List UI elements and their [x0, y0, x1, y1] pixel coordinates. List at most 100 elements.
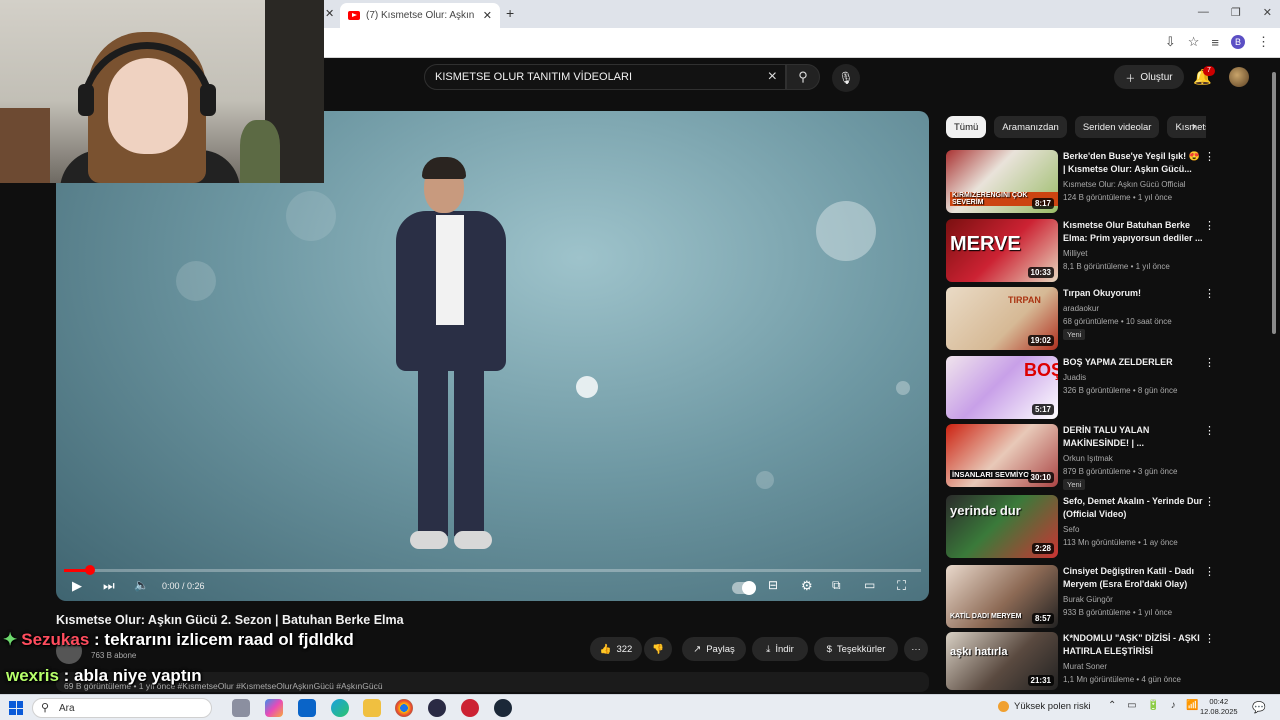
recommendation-title[interactable]: Kısmetse Olur Batuhan Berke Elma: Prim y… — [1063, 219, 1203, 245]
voice-search-button[interactable]: 🎙 — [832, 64, 860, 92]
notification-center-icon[interactable]: 💬 — [1252, 701, 1266, 714]
more-options-icon[interactable]: ⋮ — [1204, 424, 1215, 437]
more-options-icon[interactable]: ⋮ — [1204, 495, 1215, 508]
chip-series-videos[interactable]: Seriden videolar — [1074, 116, 1160, 138]
recommendation-channel[interactable]: Orkun Işıtmak — [1063, 454, 1113, 463]
app-icon[interactable] — [428, 699, 446, 717]
steam-icon[interactable] — [494, 699, 512, 717]
recommendation-title[interactable]: BOŞ YAPMA ZELDERLER — [1063, 356, 1203, 369]
recommendation-channel[interactable]: Murat Soner — [1063, 662, 1107, 671]
video-thumbnail[interactable]: BOŞ 5:17 — [946, 356, 1058, 419]
share-button[interactable]: ↗ Paylaş — [682, 637, 746, 661]
media-controls-icon[interactable]: ≡ — [1211, 35, 1219, 50]
miniplayer-icon[interactable]: ⧉ — [832, 578, 841, 593]
page-scrollbar[interactable] — [1270, 62, 1278, 688]
subtitles-icon[interactable]: ⊟ — [768, 578, 778, 592]
copilot-icon[interactable] — [265, 699, 283, 717]
chip-kismetse-olur[interactable]: Kısmetse Olur — [1167, 116, 1206, 138]
video-thumbnail[interactable]: TIRPAN 19:02 — [946, 287, 1058, 350]
volume-icon[interactable]: 🔈 — [134, 578, 149, 592]
bookmark-star-icon[interactable]: ☆ — [1188, 34, 1200, 50]
clear-search-icon[interactable]: × — [768, 68, 777, 86]
recommendation-channel[interactable]: aradaokur — [1063, 304, 1099, 313]
video-thumbnail[interactable]: İNSANLARI SEVMİYO 30:10 — [946, 424, 1058, 487]
like-button[interactable]: 👍 322 — [590, 637, 642, 661]
install-app-icon[interactable]: ⇩ — [1165, 34, 1176, 50]
recommendation-item[interactable]: KIRMIZERENGINI ÇOK SEVERİM 8:17 Berke'de… — [946, 150, 1226, 214]
recommendation-item[interactable]: BOŞ 5:17 BOŞ YAPMA ZELDERLER Juadis 326 … — [946, 356, 1226, 420]
profile-avatar-icon[interactable]: B — [1231, 35, 1245, 49]
taskbar-clock[interactable]: 00:42 12.08.2025 — [1200, 697, 1238, 717]
recommendation-title[interactable]: K*NDOMLU "AŞK" DİZİSİ - AŞKI HATIRLA ELE… — [1063, 632, 1203, 658]
recommendation-channel[interactable]: Sefo — [1063, 525, 1079, 534]
recommendation-item[interactable]: TIRPAN 19:02 Tırpan Okuyorum! aradaokur … — [946, 287, 1226, 351]
search-input[interactable]: KISMETSE OLUR TANITIM VİDEOLARI × — [424, 64, 786, 90]
minimize-icon[interactable]: — — [1198, 6, 1209, 19]
chrome-icon[interactable] — [395, 699, 413, 717]
weather-widget[interactable]: Yüksek polen riski — [998, 701, 1091, 712]
play-icon[interactable]: ▶ — [72, 578, 82, 594]
more-options-icon[interactable]: ⋮ — [1204, 219, 1215, 232]
video-thumbnail[interactable]: MERVE 10:33 — [946, 219, 1058, 282]
settings-gear-icon[interactable]: ⚙ — [801, 578, 813, 594]
windows-start-icon[interactable] — [9, 701, 23, 715]
recommendation-title[interactable]: Tırpan Okuyorum! — [1063, 287, 1203, 300]
user-avatar[interactable] — [1229, 67, 1249, 87]
recommendation-title[interactable]: DERİN TALU YALAN MAKİNESİNDE! | ... — [1063, 424, 1203, 450]
recommendation-channel[interactable]: Milliyet — [1063, 249, 1087, 258]
video-thumbnail[interactable]: KIRMIZERENGINI ÇOK SEVERİM 8:17 — [946, 150, 1058, 213]
chevron-right-icon[interactable]: › — [1192, 119, 1196, 133]
recommendation-item[interactable]: yerinde dur 2:28 Sefo, Demet Akalın - Ye… — [946, 495, 1226, 559]
download-button[interactable]: ⤓ İndir — [752, 637, 808, 661]
create-button[interactable]: ＋ Oluştur — [1114, 65, 1184, 89]
video-thumbnail[interactable]: aşkı hatırla 21:31 — [946, 632, 1058, 690]
video-player[interactable]: ▶ ⏭ 🔈 0:00 / 0:26 ⊟ ⚙ ⧉ ▭ ⛶ — [56, 111, 929, 601]
file-explorer-icon[interactable] — [363, 699, 381, 717]
more-options-icon[interactable]: ⋮ — [1204, 565, 1215, 578]
recommendation-channel[interactable]: Kısmetse Olur: Aşkın Gücü Official — [1063, 180, 1186, 189]
more-actions-button[interactable]: ··· — [904, 637, 928, 661]
app-icon[interactable] — [461, 699, 479, 717]
browser-tab[interactable]: (7) Kısmetse Olur: Aşkın Gücü 2... ✕ — [340, 3, 500, 28]
thanks-button[interactable]: $ Teşekkürler — [814, 637, 898, 661]
video-thumbnail[interactable]: KATİL DADI MERYEM 8:57 — [946, 565, 1058, 628]
more-options-icon[interactable]: ⋮ — [1204, 356, 1215, 369]
outlook-icon[interactable] — [298, 699, 316, 717]
chip-all[interactable]: Tümü — [946, 116, 987, 138]
recommendation-item[interactable]: MERVE 10:33 Kısmetse Olur Batuhan Berke … — [946, 219, 1226, 283]
autoplay-toggle[interactable] — [732, 581, 756, 595]
more-options-icon[interactable]: ⋮ — [1204, 632, 1215, 645]
task-view-icon[interactable] — [232, 699, 250, 717]
recommendation-item[interactable]: KATİL DADI MERYEM 8:57 Cinsiyet Değiştir… — [946, 565, 1226, 629]
recommendation-title[interactable]: Berke'den Buse'ye Yeşil Işık! 😍 | Kısmet… — [1063, 150, 1203, 176]
scrollbar-thumb[interactable] — [1272, 72, 1276, 334]
progress-bar[interactable] — [64, 565, 921, 575]
recommendation-channel[interactable]: Burak Güngör — [1063, 595, 1113, 604]
close-icon[interactable]: ✕ — [325, 7, 334, 20]
new-badge: Yeni — [1063, 479, 1086, 490]
restore-icon[interactable]: ❐ — [1231, 6, 1241, 19]
progress-scrubber[interactable] — [84, 565, 95, 575]
recommendation-channel[interactable]: Juadis — [1063, 373, 1086, 382]
recommendation-title[interactable]: Cinsiyet Değiştiren Katil - Dadı Meryem … — [1063, 565, 1203, 591]
more-options-icon[interactable]: ⋮ — [1204, 287, 1215, 300]
dislike-button[interactable]: 👎 — [644, 637, 672, 661]
close-tab-icon[interactable]: ✕ — [483, 9, 492, 22]
recommendation-item[interactable]: aşkı hatırla 21:31 K*NDOMLU "AŞK" DİZİSİ… — [946, 632, 1226, 690]
new-tab-button[interactable]: + — [506, 5, 514, 21]
search-button[interactable]: ⚲ — [786, 64, 820, 90]
bokeh-light — [896, 381, 910, 395]
system-tray[interactable]: ⌃ ▭ 🔋 ♪ 📶 — [1108, 700, 1203, 711]
next-video-icon[interactable]: ⏭ — [103, 578, 115, 594]
edge-icon[interactable] — [331, 699, 349, 717]
browser-menu-icon[interactable]: ⋮ — [1257, 34, 1270, 50]
fullscreen-icon[interactable]: ⛶ — [897, 578, 906, 594]
theater-mode-icon[interactable]: ▭ — [864, 578, 875, 592]
chip-from-search[interactable]: Aramanızdan — [994, 116, 1067, 138]
video-thumbnail[interactable]: yerinde dur 2:28 — [946, 495, 1058, 558]
recommendation-title[interactable]: Sefo, Demet Akalın - Yerinde Dur (Offici… — [1063, 495, 1203, 521]
more-options-icon[interactable]: ⋮ — [1204, 150, 1215, 163]
taskbar-search[interactable]: ⚲ Ara — [32, 698, 212, 718]
close-window-icon[interactable]: ✕ — [1263, 6, 1272, 19]
recommendation-item[interactable]: İNSANLARI SEVMİYO 30:10 DERİN TALU YALAN… — [946, 424, 1226, 490]
